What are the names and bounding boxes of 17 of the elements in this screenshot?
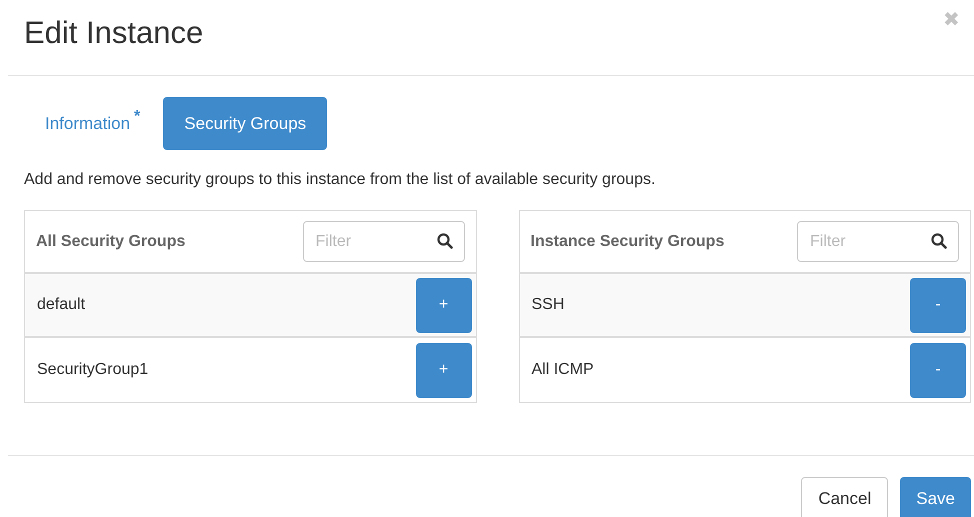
row-action-button[interactable]: - bbox=[910, 278, 966, 332]
row-action-button[interactable]: + bbox=[416, 278, 472, 332]
row-action-button[interactable]: + bbox=[416, 342, 472, 398]
description-text: Add and remove security groups to this instance from the list of available security groups. bbox=[23, 170, 656, 190]
tab[interactable]: Security Groups bbox=[163, 97, 328, 150]
filter-field[interactable]: Filter bbox=[302, 221, 464, 262]
dialog-title: Edit Instance bbox=[24, 14, 204, 52]
cancel-button[interactable]: Cancel bbox=[801, 477, 888, 517]
list-row[interactable]: SSH - bbox=[520, 274, 970, 338]
list-row[interactable]: default + bbox=[25, 274, 476, 338]
save-button[interactable]: Save bbox=[900, 477, 971, 517]
row-action-button[interactable]: - bbox=[910, 342, 966, 398]
list-heading: All Security Groups bbox=[36, 232, 186, 252]
list-heading: Instance Security Groups bbox=[530, 232, 724, 252]
filter-field[interactable]: Filter bbox=[797, 221, 959, 262]
search-icon bbox=[931, 233, 947, 249]
search-icon bbox=[436, 233, 452, 249]
